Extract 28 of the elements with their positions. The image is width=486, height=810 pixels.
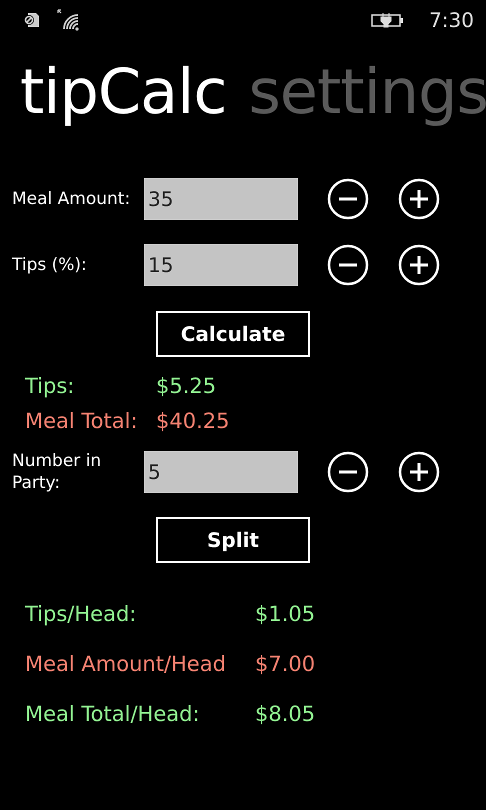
- battery-charging-icon: [371, 11, 406, 29]
- minus-button[interactable]: [327, 451, 369, 493]
- result-value: $7.00: [255, 651, 316, 677]
- plus-button[interactable]: [398, 178, 440, 220]
- number-field[interactable]: 35: [144, 178, 298, 220]
- result-value: $8.05: [255, 701, 316, 727]
- wifi-icon: [56, 9, 80, 31]
- result-label: Tips:: [25, 373, 76, 400]
- field-label: Tips (%):: [11, 254, 88, 276]
- field-label: Meal Amount:: [11, 188, 132, 210]
- field-label: Number in Party:: [11, 450, 102, 494]
- split-button[interactable]: Split: [156, 517, 310, 563]
- calculate-button[interactable]: Calculate: [156, 311, 310, 357]
- number-field[interactable]: 5: [144, 451, 298, 493]
- result-value: $40.25: [156, 408, 230, 435]
- result-label: Meal Total/Head:: [25, 701, 201, 727]
- result-label: Tips/Head:: [25, 601, 138, 627]
- result-label: Meal Total:: [25, 408, 139, 435]
- number-field[interactable]: 15: [144, 244, 298, 286]
- sim-icon: [22, 12, 40, 28]
- result-value: $1.05: [255, 601, 316, 627]
- plus-button[interactable]: [398, 451, 440, 493]
- result-value: $5.25: [156, 373, 216, 400]
- minus-button[interactable]: [327, 178, 369, 220]
- result-label: Meal Amount/Head: [25, 651, 227, 677]
- minus-button[interactable]: [327, 244, 369, 286]
- clock-time: 7:30: [429, 8, 474, 32]
- plus-button[interactable]: [398, 244, 440, 286]
